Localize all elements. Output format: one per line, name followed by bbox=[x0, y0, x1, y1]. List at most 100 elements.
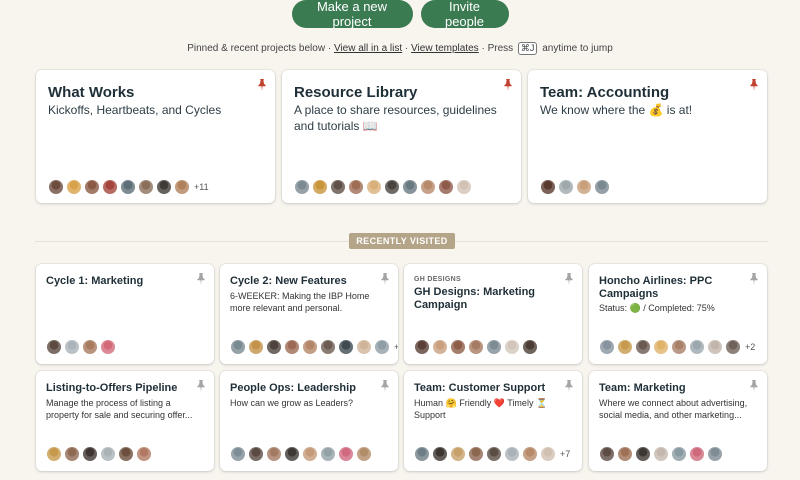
avatar bbox=[689, 446, 705, 462]
pin-icon[interactable] bbox=[564, 379, 574, 392]
invite-people-button[interactable]: Invite people bbox=[420, 0, 509, 29]
project-title[interactable]: Honcho Airlines: PPC Campaigns bbox=[599, 275, 745, 301]
avatar bbox=[558, 179, 574, 195]
project-title[interactable]: GH Designs: Marketing Campaign bbox=[414, 286, 560, 312]
view-all-link[interactable]: View all in a list bbox=[334, 43, 402, 54]
recent-project-card[interactable]: People Ops: Leadership How can we grow as… bbox=[220, 371, 398, 471]
avatar bbox=[366, 179, 382, 195]
recent-project-card[interactable]: Team: Customer Support Human 🤗 Friendly ❤… bbox=[404, 371, 582, 471]
avatar bbox=[46, 339, 62, 355]
avatar bbox=[100, 446, 116, 462]
project-title[interactable]: People Ops: Leadership bbox=[230, 382, 376, 395]
project-eyebrow: GH DESIGNS bbox=[414, 276, 461, 283]
avatar bbox=[504, 446, 520, 462]
avatar bbox=[689, 339, 705, 355]
pin-icon[interactable] bbox=[749, 78, 759, 91]
avatar bbox=[174, 179, 190, 195]
avatar bbox=[330, 179, 346, 195]
avatar bbox=[284, 339, 300, 355]
avatar bbox=[540, 446, 556, 462]
recent-project-card[interactable]: GH DESIGNS GH Designs: Marketing Campaign bbox=[404, 264, 582, 364]
member-avatars: +2 bbox=[599, 339, 755, 355]
avatar bbox=[594, 179, 610, 195]
project-description: Where we connect about advertising, soci… bbox=[599, 398, 748, 420]
recent-project-card[interactable]: Team: Marketing Where we connect about ad… bbox=[589, 371, 767, 471]
recent-project-card[interactable]: Listing-to-Offers Pipeline Manage the pro… bbox=[36, 371, 214, 471]
avatar bbox=[456, 179, 472, 195]
recent-project-card[interactable]: Cycle 1: Marketing bbox=[36, 264, 214, 364]
avatar bbox=[156, 179, 172, 195]
avatar bbox=[284, 446, 300, 462]
avatar bbox=[374, 339, 390, 355]
avatar bbox=[100, 339, 116, 355]
project-description: Human 🤗 Friendly ❤️ Timely ⏳ Support bbox=[414, 398, 548, 420]
avatar bbox=[120, 179, 136, 195]
avatar bbox=[707, 339, 723, 355]
recent-project-card[interactable]: Cycle 2: New Features 6-WEEKER: Making th… bbox=[220, 264, 398, 364]
avatar bbox=[599, 446, 615, 462]
pin-icon[interactable] bbox=[503, 78, 513, 91]
project-description: A place to share resources, guidelines a… bbox=[294, 103, 497, 133]
avatar bbox=[576, 179, 592, 195]
member-avatars bbox=[414, 339, 540, 355]
pin-icon[interactable] bbox=[257, 78, 267, 91]
avatar bbox=[102, 179, 118, 195]
project-title[interactable]: Team: Accounting bbox=[540, 84, 669, 101]
pin-icon[interactable] bbox=[196, 379, 206, 392]
hint-suffix: anytime to jump bbox=[542, 43, 613, 54]
pinned-project-card[interactable]: What Works Kickoffs, Heartbeats, and Cycl… bbox=[36, 70, 275, 203]
hint-press: · Press bbox=[481, 43, 514, 54]
avatar bbox=[432, 339, 448, 355]
pin-icon[interactable] bbox=[564, 272, 574, 285]
avatar bbox=[671, 339, 687, 355]
recent-project-card[interactable]: Honcho Airlines: PPC Campaigns Status: 🟢 … bbox=[589, 264, 767, 364]
avatar bbox=[118, 446, 134, 462]
avatar bbox=[707, 446, 723, 462]
avatar bbox=[320, 446, 336, 462]
avatar bbox=[414, 339, 430, 355]
pinned-project-card[interactable]: Team: Accounting We know where the 💰 is a… bbox=[528, 70, 767, 203]
member-avatars bbox=[230, 446, 374, 462]
avatar bbox=[48, 179, 64, 195]
pinned-project-card[interactable]: Resource Library A place to share resourc… bbox=[282, 70, 521, 203]
avatar bbox=[486, 339, 502, 355]
project-title[interactable]: Cycle 2: New Features bbox=[230, 275, 376, 288]
project-description: We know where the 💰 is at! bbox=[540, 103, 693, 117]
project-title[interactable]: Team: Customer Support bbox=[414, 382, 560, 395]
avatar bbox=[302, 446, 318, 462]
hint-separator: · bbox=[404, 43, 409, 54]
pin-icon[interactable] bbox=[749, 379, 759, 392]
avatar bbox=[82, 339, 98, 355]
project-title[interactable]: Listing-to-Offers Pipeline bbox=[46, 382, 192, 395]
pin-icon[interactable] bbox=[749, 272, 759, 285]
avatar bbox=[384, 179, 400, 195]
avatar bbox=[230, 446, 246, 462]
avatar bbox=[320, 339, 336, 355]
avatar bbox=[66, 179, 82, 195]
pin-icon[interactable] bbox=[196, 272, 206, 285]
project-title[interactable]: Cycle 1: Marketing bbox=[46, 275, 192, 288]
more-members-count: +2 bbox=[745, 342, 756, 352]
avatar bbox=[136, 446, 152, 462]
view-templates-link[interactable]: View templates bbox=[411, 43, 479, 54]
project-description: Manage the process of listing a property… bbox=[46, 398, 193, 420]
projects-hint: Pinned & recent projects below · View al… bbox=[0, 42, 800, 55]
action-bar: Make a new project Invite people bbox=[0, 0, 800, 29]
avatar bbox=[725, 339, 741, 355]
pin-icon[interactable] bbox=[380, 272, 390, 285]
avatar bbox=[266, 339, 282, 355]
avatar bbox=[302, 339, 318, 355]
make-new-project-button[interactable]: Make a new project bbox=[291, 0, 413, 29]
project-description: Kickoffs, Heartbeats, and Cycles bbox=[48, 103, 222, 117]
avatar bbox=[312, 179, 328, 195]
avatar bbox=[356, 339, 372, 355]
avatar bbox=[486, 446, 502, 462]
pin-icon[interactable] bbox=[380, 379, 390, 392]
project-title[interactable]: Team: Marketing bbox=[599, 382, 745, 395]
avatar bbox=[599, 339, 615, 355]
recently-visited-label: RECENTLY VISITED bbox=[349, 233, 455, 249]
project-title[interactable]: Resource Library bbox=[294, 84, 417, 101]
member-avatars bbox=[46, 446, 154, 462]
project-title[interactable]: What Works bbox=[48, 84, 134, 101]
avatar bbox=[522, 446, 538, 462]
